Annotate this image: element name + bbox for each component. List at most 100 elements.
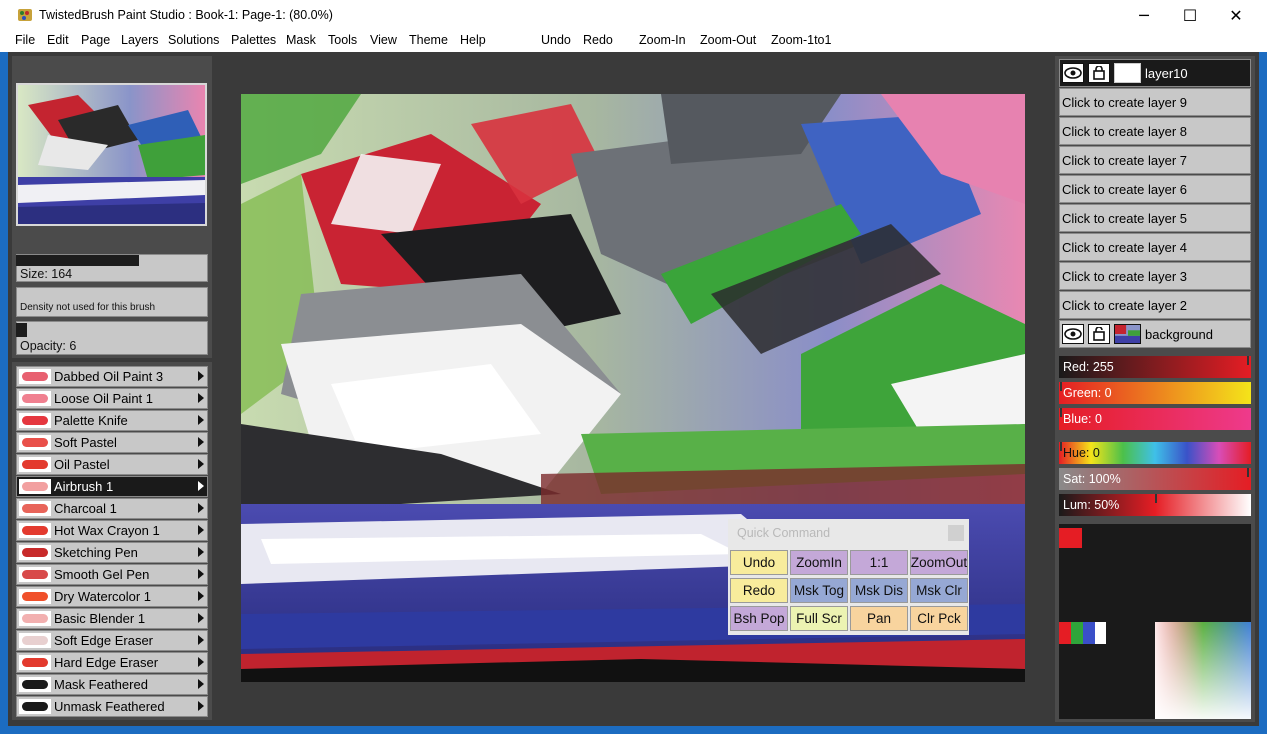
create-layer-row[interactable]: Click to create layer 9 (1059, 88, 1251, 116)
brush-submenu-arrow-icon[interactable] (198, 547, 204, 557)
menu-view[interactable]: View (370, 33, 397, 47)
brush-submenu-arrow-icon[interactable] (198, 701, 204, 711)
menu-palettes[interactable]: Palettes (231, 33, 276, 47)
saturation-slider[interactable]: Sat: 100% (1059, 468, 1251, 490)
qc-one-to-one-button[interactable]: 1:1 (850, 550, 908, 575)
hue-slider-marker[interactable] (1060, 442, 1062, 451)
brush-item[interactable]: Airbrush 1 (16, 476, 208, 497)
brush-item[interactable]: Hot Wax Crayon 1 (16, 520, 208, 541)
brush-submenu-arrow-icon[interactable] (198, 525, 204, 535)
minimize-button[interactable]: ─ (1121, 0, 1167, 30)
create-layer-row[interactable]: Click to create layer 4 (1059, 233, 1251, 261)
menu-solutions[interactable]: Solutions (168, 33, 219, 47)
palette-swatch-red[interactable] (1059, 622, 1071, 644)
window-border-bottom (0, 726, 1267, 734)
menu-zoom-1to1[interactable]: Zoom-1to1 (771, 33, 831, 47)
brush-item[interactable]: Dabbed Oil Paint 3 (16, 366, 208, 387)
qc-zoom-out-button[interactable]: ZoomOut (910, 550, 968, 575)
brush-item[interactable]: Dry Watercolor 1 (16, 586, 208, 607)
luminance-slider-marker[interactable] (1155, 494, 1157, 503)
menu-help[interactable]: Help (460, 33, 486, 47)
palette-swatch-blue[interactable] (1083, 622, 1095, 644)
qc-pan-button[interactable]: Pan (850, 606, 908, 631)
brush-submenu-arrow-icon[interactable] (198, 393, 204, 403)
brush-item[interactable]: Unmask Feathered (16, 696, 208, 717)
close-button[interactable]: ✕ (1213, 0, 1259, 30)
blue-slider-marker[interactable] (1060, 408, 1062, 417)
create-layer-row[interactable]: Click to create layer 6 (1059, 175, 1251, 203)
qc-undo-button[interactable]: Undo (730, 550, 788, 575)
maximize-button[interactable]: ☐ (1167, 0, 1213, 30)
blue-slider[interactable]: Blue: 0 (1059, 408, 1251, 430)
brush-item[interactable]: Sketching Pen (16, 542, 208, 563)
brush-submenu-arrow-icon[interactable] (198, 503, 204, 513)
page-preview[interactable] (16, 83, 207, 226)
saturation-slider-marker[interactable] (1247, 468, 1249, 477)
menu-tools[interactable]: Tools (328, 33, 357, 47)
brush-submenu-arrow-icon[interactable] (198, 415, 204, 425)
palette-swatch-white[interactable] (1095, 622, 1106, 644)
brush-submenu-arrow-icon[interactable] (198, 679, 204, 689)
quick-command-close-button[interactable] (948, 525, 964, 541)
layer-row-background[interactable]: background (1059, 320, 1251, 348)
qc-mask-clear-button[interactable]: Msk Clr (910, 578, 968, 603)
create-layer-row[interactable]: Click to create layer 3 (1059, 262, 1251, 290)
menu-redo[interactable]: Redo (583, 33, 613, 47)
qc-full-screen-button[interactable]: Full Scr (790, 606, 848, 631)
lock-icon[interactable] (1088, 63, 1110, 83)
green-slider-marker[interactable] (1060, 382, 1062, 391)
menu-page[interactable]: Page (81, 33, 110, 47)
red-slider-marker[interactable] (1247, 356, 1249, 365)
brush-item[interactable]: Mask Feathered (16, 674, 208, 695)
menu-zoom-out[interactable]: Zoom-Out (700, 33, 756, 47)
hue-slider[interactable]: Hue: 0 (1059, 442, 1251, 464)
brush-item[interactable]: Soft Pastel (16, 432, 208, 453)
brush-submenu-arrow-icon[interactable] (198, 635, 204, 645)
color-picker-field[interactable] (1155, 622, 1251, 719)
eye-icon[interactable] (1062, 63, 1084, 83)
color-palette-area[interactable] (1059, 524, 1251, 719)
brush-item[interactable]: Soft Edge Eraser (16, 630, 208, 651)
brush-submenu-arrow-icon[interactable] (198, 613, 204, 623)
brush-item[interactable]: Charcoal 1 (16, 498, 208, 519)
brush-submenu-arrow-icon[interactable] (198, 657, 204, 667)
qc-mask-toggle-button[interactable]: Msk Tog (790, 578, 848, 603)
brush-submenu-arrow-icon[interactable] (198, 591, 204, 601)
menu-theme[interactable]: Theme (409, 33, 448, 47)
brush-submenu-arrow-icon[interactable] (198, 459, 204, 469)
menu-layers[interactable]: Layers (121, 33, 159, 47)
palette-swatch-green[interactable] (1071, 622, 1083, 644)
qc-brush-popup-button[interactable]: Bsh Pop (730, 606, 788, 631)
eye-icon[interactable] (1062, 324, 1084, 344)
current-color-swatch[interactable] (1059, 528, 1082, 548)
brush-submenu-arrow-icon[interactable] (198, 569, 204, 579)
brush-thumbnail (19, 611, 51, 626)
lock-icon[interactable] (1088, 324, 1110, 344)
menu-undo[interactable]: Undo (541, 33, 571, 47)
menu-zoom-in[interactable]: Zoom-In (639, 33, 686, 47)
brush-item[interactable]: Oil Pastel (16, 454, 208, 475)
brush-item[interactable]: Smooth Gel Pen (16, 564, 208, 585)
create-layer-row[interactable]: Click to create layer 5 (1059, 204, 1251, 232)
layer-row-active[interactable]: layer10 (1059, 59, 1251, 87)
create-layer-row[interactable]: Click to create layer 2 (1059, 291, 1251, 319)
brush-submenu-arrow-icon[interactable] (198, 371, 204, 381)
luminance-slider[interactable]: Lum: 50% (1059, 494, 1251, 516)
brush-item[interactable]: Hard Edge Eraser (16, 652, 208, 673)
qc-redo-button[interactable]: Redo (730, 578, 788, 603)
brush-submenu-arrow-icon[interactable] (198, 437, 204, 447)
menu-mask[interactable]: Mask (286, 33, 316, 47)
red-slider[interactable]: Red: 255 (1059, 356, 1251, 378)
menu-edit[interactable]: Edit (47, 33, 69, 47)
brush-item[interactable]: Loose Oil Paint 1 (16, 388, 208, 409)
create-layer-row[interactable]: Click to create layer 7 (1059, 146, 1251, 174)
green-slider[interactable]: Green: 0 (1059, 382, 1251, 404)
qc-mask-disable-button[interactable]: Msk Dis (850, 578, 908, 603)
qc-zoom-in-button[interactable]: ZoomIn (790, 550, 848, 575)
brush-submenu-arrow-icon[interactable] (198, 481, 204, 491)
brush-item[interactable]: Palette Knife (16, 410, 208, 431)
brush-item[interactable]: Basic Blender 1 (16, 608, 208, 629)
menu-file[interactable]: File (15, 33, 35, 47)
create-layer-row[interactable]: Click to create layer 8 (1059, 117, 1251, 145)
qc-color-pick-button[interactable]: Clr Pck (910, 606, 968, 631)
